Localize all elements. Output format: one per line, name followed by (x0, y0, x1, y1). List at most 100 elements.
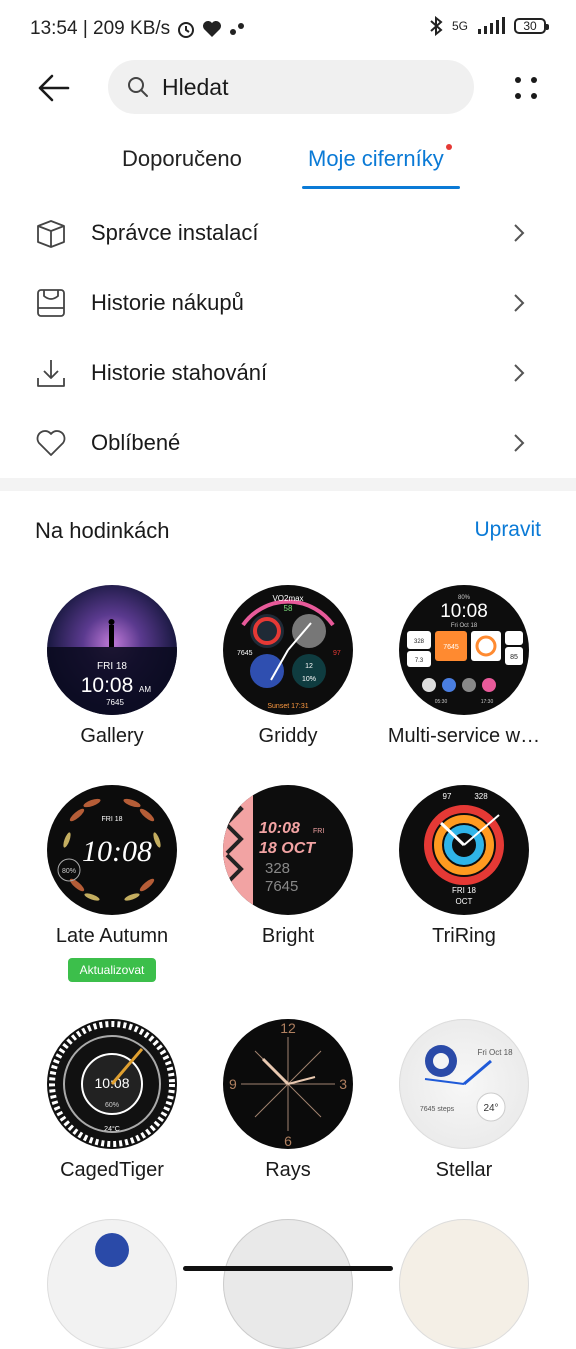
bluetooth-icon (430, 16, 443, 36)
watch-face-dial: FRI 18 10:08 80% (47, 785, 177, 915)
watch-face-dial (47, 1219, 177, 1349)
watch-face-card[interactable]: 80% 10:08 Fri Oct 18 328 7645 85 7.3 05:… (376, 585, 552, 748)
watch-face-dial (223, 1219, 353, 1349)
dial-top2: 328 (474, 792, 488, 801)
tab-my-watch-faces[interactable]: Moje ciferníky (308, 144, 452, 172)
box-icon (37, 220, 65, 248)
dial-top1: 97 (443, 792, 452, 801)
search-icon (128, 77, 148, 97)
dial-bottom: Sunset 17:31 (267, 703, 308, 710)
watch-face-card[interactable]: VO2max 58 12 10% 7645 97 Sunset 17:31 Gr… (200, 585, 376, 748)
watch-face-dial: 97 328 FRI 18 OCT (399, 785, 529, 915)
dial-n12: 12 (280, 1020, 296, 1036)
watch-face-card[interactable]: FRI 18 10:08 AM 7645 Gallery (24, 585, 200, 748)
watch-face-name: Multi-service w… (387, 725, 541, 747)
section-title: Na hodinkách (35, 518, 170, 543)
update-badge[interactable]: Aktualizovat (67, 958, 157, 982)
watch-face-name: Bright (261, 925, 315, 947)
menu-item-label: Historie stahování (91, 360, 268, 385)
search-placeholder: Hledat (162, 73, 229, 100)
notification-dot (445, 144, 452, 150)
dial-date: FRI 18 (101, 816, 122, 823)
watch-face-dial: VO2max 58 12 10% 7645 97 Sunset 17:31 (223, 585, 353, 715)
watch-face-dial (399, 1219, 529, 1349)
watch-face-card[interactable] (376, 1219, 552, 1349)
dial-kcal: 328 (414, 639, 425, 645)
alarm-icon (178, 22, 195, 38)
dial-n6: 6 (284, 1133, 292, 1149)
dial-date: Fri Oct 18 (451, 623, 478, 629)
watch-face-card[interactable] (200, 1219, 376, 1349)
watch-face-dial: 12 3 6 9 (223, 1019, 353, 1149)
dial-month: OCT (456, 897, 473, 906)
dial-val: 58 (284, 604, 293, 613)
watch-face-card[interactable] (24, 1219, 200, 1349)
health-icon (203, 21, 222, 37)
tab-my-watch-faces-label: Moje ciferníky (308, 146, 444, 171)
search-bar[interactable]: Hledat (108, 60, 474, 114)
watch-face-card[interactable]: Fri Oct 18 7645 steps 24° Stellar (376, 1019, 552, 1182)
watch-face-name: Griddy (258, 725, 318, 747)
dial-temp: 24° (483, 1103, 498, 1114)
watch-face-card[interactable]: 10:08 FRI 18 OCT 328 7645 Bright (200, 785, 376, 948)
signal-icon (478, 17, 505, 34)
dial-time: 10:08 (440, 601, 488, 622)
top-bar: Hledat (0, 58, 576, 116)
menu-item-label: Historie nákupů (91, 290, 244, 315)
dial-time: 10:08 (81, 674, 134, 697)
watch-face-name: Stellar (435, 1159, 493, 1181)
menu-item-favorites[interactable]: Oblíbené (0, 408, 576, 478)
menu-item-purchase-history[interactable]: Historie nákupů (0, 268, 576, 338)
watch-face-name: Rays (265, 1159, 311, 1181)
more-options-icon[interactable] (508, 70, 544, 106)
purchase-icon (37, 289, 65, 317)
dial-sunset: 17:30 (481, 699, 494, 705)
dial-time: 10:08 (82, 835, 152, 868)
dial-n3: 3 (339, 1076, 347, 1092)
watch-face-dial: 80% 10:08 Fri Oct 18 328 7645 85 7.3 05:… (399, 585, 529, 715)
watch-face-card[interactable]: FRI 18 10:08 80% Late Autumn Aktualizova… (24, 785, 200, 982)
dial-day: FRI (313, 828, 324, 835)
dial-temp: 24°C (104, 1125, 120, 1133)
back-arrow-icon[interactable] (34, 68, 74, 108)
dial-ampm: AM (139, 685, 151, 694)
dial-date: FRI 18 (97, 661, 127, 672)
dial-steps: 7645 (443, 644, 459, 651)
dial-v1: 328 (265, 860, 290, 877)
home-indicator[interactable] (183, 1266, 393, 1271)
dial-date: Fri Oct 18 (477, 1048, 513, 1057)
watch-face-card[interactable]: 97 328 FRI 18 OCT TriRing (376, 785, 552, 948)
dial-n9: 9 (229, 1076, 237, 1092)
edit-button[interactable]: Upravit (474, 518, 541, 542)
dial-steps: 7645 (106, 698, 124, 707)
watch-face-dial: 10:08 60% 24°C (47, 1019, 177, 1149)
dial-steps: 7645 steps (420, 1106, 455, 1113)
watch-face-card[interactable]: 12 3 6 9 Rays (200, 1019, 376, 1182)
watch-face-name: CagedTiger (60, 1159, 164, 1181)
status-bar: 13:54 | 209 KB/s 5G 30 (0, 0, 576, 60)
chevron-right-icon (514, 224, 525, 242)
tab-recommended[interactable]: Doporučeno (122, 146, 242, 172)
menu-item-download-history[interactable]: Historie stahování (0, 338, 576, 408)
dial-dist: 7.3 (415, 658, 424, 664)
network-label: 5G (451, 19, 468, 33)
chevron-right-icon (514, 434, 525, 452)
dial-bpm: 85 (510, 654, 518, 661)
menu-item-label: Správce instalací (91, 220, 259, 245)
dial-date: 18 OCT (259, 840, 316, 857)
dial-date: FRI 18 (452, 886, 477, 895)
menu-list: Správce instalací Historie nákupů Histor… (0, 198, 576, 478)
menu-item-install-manager[interactable]: Správce instalací (0, 198, 576, 268)
watch-face-card[interactable]: 10:08 60% 24°C CagedTiger (24, 1019, 200, 1182)
dial-mid2: 10% (302, 676, 316, 683)
tab-bar: Doporučeno Moje ciferníky (0, 132, 576, 194)
watch-face-name: Late Autumn (55, 925, 169, 947)
heart-icon (36, 430, 66, 456)
watch-face-name: Gallery (80, 725, 144, 747)
dial-left: 7645 (237, 650, 253, 657)
dial-pct: 80% (62, 868, 76, 875)
chevron-right-icon (514, 364, 525, 382)
watch-face-dial: 10:08 FRI 18 OCT 328 7645 (223, 785, 353, 915)
sync-icon (230, 23, 245, 35)
dial-sub: 60% (105, 1102, 119, 1109)
